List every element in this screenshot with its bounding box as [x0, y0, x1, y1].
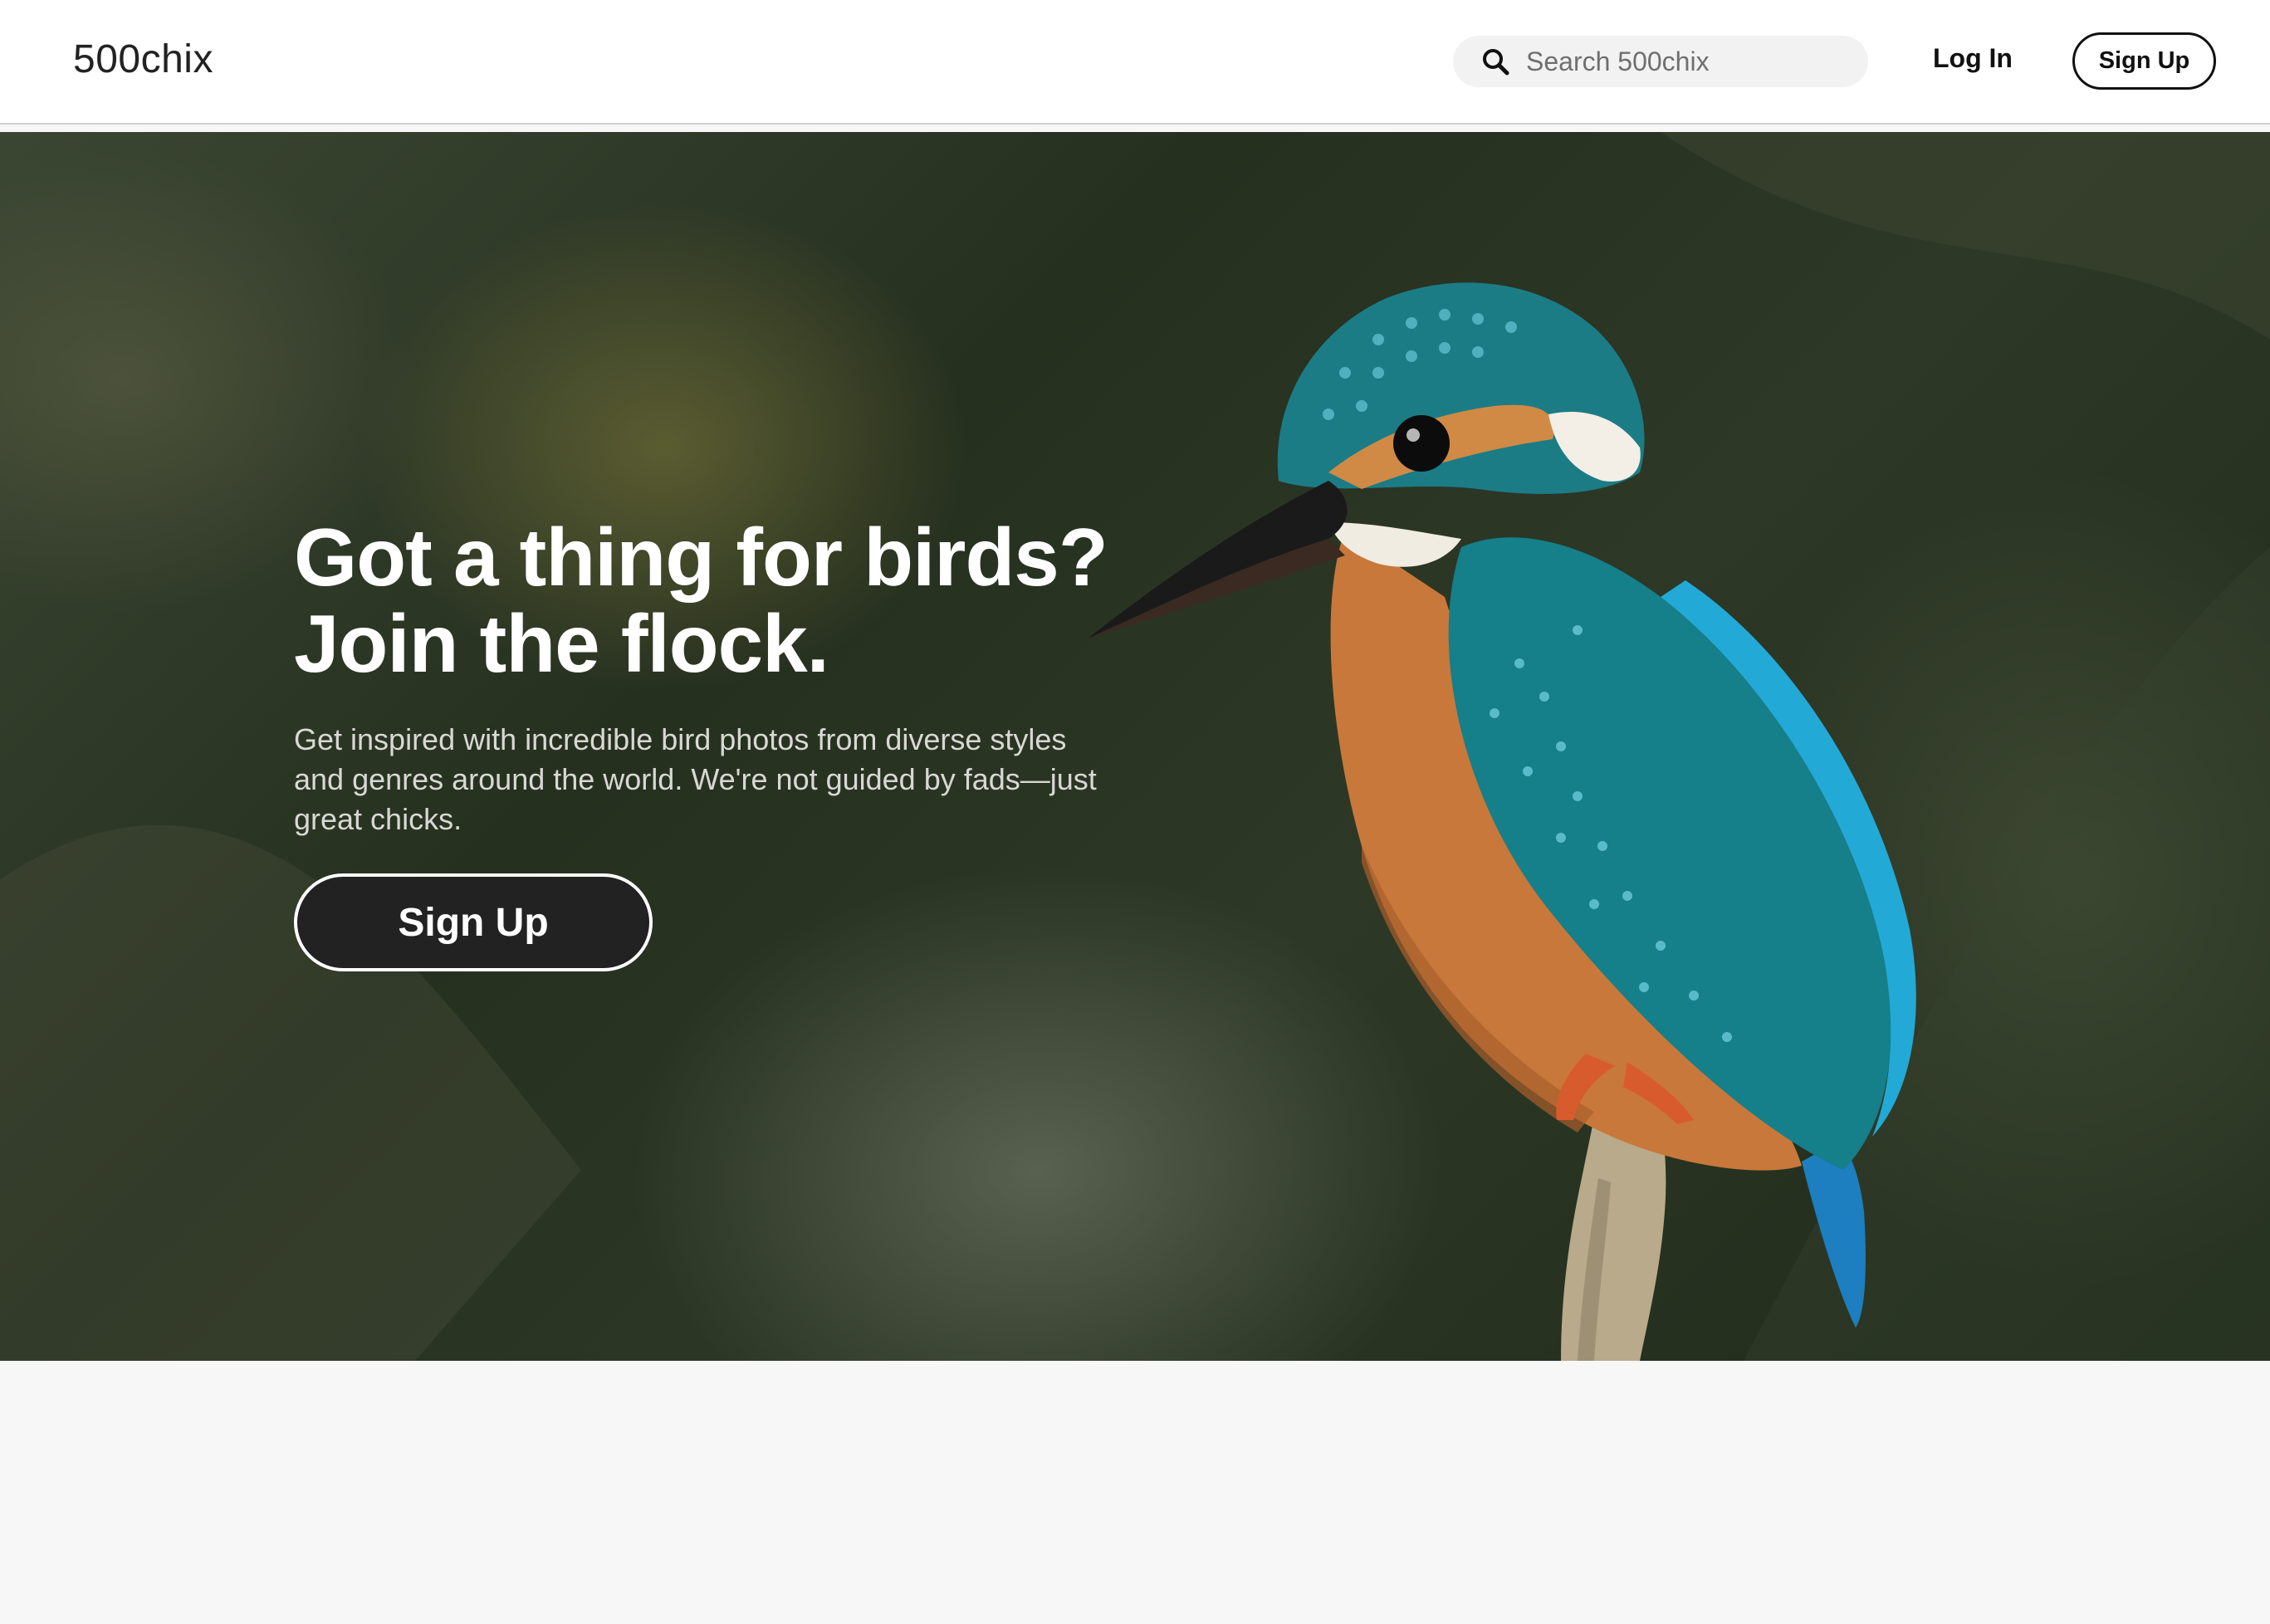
site-logo[interactable]: 500chix [73, 37, 213, 82]
search-icon [1483, 49, 1509, 76]
hero-banner: Got a thing for birds? Join the flock. G… [0, 132, 2270, 1361]
hero-headline-line1: Got a thing for birds? [294, 511, 1108, 603]
hero-subtitle: Get inspired with incredible bird photos… [294, 722, 1097, 836]
hero-headline-line2: Join the flock. [294, 598, 829, 689]
signup-button-header[interactable]: Sign Up [2072, 32, 2216, 90]
search-box[interactable] [1453, 36, 1868, 87]
hero-headline: Got a thing for birds? Join the flock. [294, 514, 1207, 687]
top-nav: 500chix Log In Sign Up [0, 0, 2270, 125]
search-input[interactable] [1526, 42, 1850, 81]
content-area [0, 1361, 2270, 1624]
login-link[interactable]: Log In [1933, 43, 2013, 74]
signup-button-hero[interactable]: Sign Up [294, 873, 653, 971]
